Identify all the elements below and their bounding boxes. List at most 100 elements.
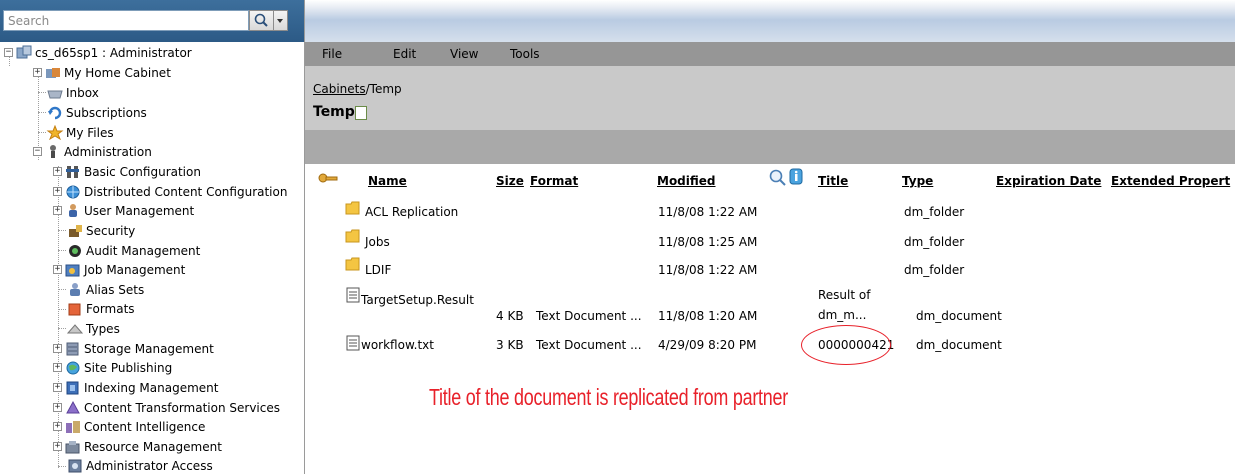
tree-item-label: Administrator Access xyxy=(86,458,213,473)
expand-icon[interactable]: + xyxy=(33,68,42,78)
folder-icon xyxy=(345,256,361,271)
row-size: 4 KB xyxy=(496,309,524,323)
row-size: 3 KB xyxy=(496,338,524,352)
table-row[interactable]: LDIF 11/8/08 1:22 AM dm_folder xyxy=(305,256,1235,284)
row-format: Text Document ... xyxy=(536,309,642,323)
search-bar xyxy=(0,0,304,42)
menu-file[interactable]: File xyxy=(322,47,342,61)
expand-icon[interactable]: + xyxy=(53,403,62,413)
search-options-dropdown[interactable] xyxy=(274,10,288,31)
row-modified: 11/8/08 1:25 AM xyxy=(658,235,758,249)
tree-item-label: Job Management xyxy=(84,262,186,277)
tree-item-basic-configuration[interactable]: + Basic Configuration xyxy=(53,162,201,182)
breadcrumb-current: /Temp xyxy=(365,82,402,96)
column-expiration-date[interactable]: Expiration Date xyxy=(996,174,1101,188)
tree-item-label: Basic Configuration xyxy=(84,164,201,179)
tree-item-label: Resource Management xyxy=(84,439,222,454)
row-name[interactable]: ACL Replication xyxy=(365,205,458,219)
column-extended-properties[interactable]: Extended Propert xyxy=(1111,174,1230,188)
collapse-icon[interactable]: − xyxy=(33,147,42,157)
column-type[interactable]: Type xyxy=(902,174,933,188)
tree-root[interactable]: − cs_d65sp1 : Administrator xyxy=(4,43,192,63)
tree-item-my-files[interactable]: My Files xyxy=(46,123,114,143)
tree-item-label: Formats xyxy=(86,301,135,316)
tree-item-types[interactable]: Types xyxy=(66,319,120,339)
menu-view[interactable]: View xyxy=(450,47,478,61)
tree-item-job-management[interactable]: + Job Management xyxy=(53,260,185,280)
tree-item-label: Content Transformation Services xyxy=(84,400,280,415)
expand-icon[interactable]: + xyxy=(53,422,62,432)
tree-item-administrator-access[interactable]: Administrator Access xyxy=(66,456,213,474)
user-management-icon xyxy=(64,203,82,218)
row-name[interactable]: LDIF xyxy=(365,263,391,277)
search-button[interactable] xyxy=(249,10,274,31)
tree-item-alias-sets[interactable]: Alias Sets xyxy=(66,280,144,300)
tree-item-content-transformation-services[interactable]: + Content Transformation Services xyxy=(53,398,280,418)
breadcrumb-cabinets-link[interactable]: Cabinets xyxy=(313,82,366,96)
row-modified: 4/29/09 8:20 PM xyxy=(658,338,757,352)
row-modified: 11/8/08 1:22 AM xyxy=(658,263,758,277)
tree-item-label: Inbox xyxy=(66,85,99,100)
repository-icon xyxy=(15,45,33,60)
row-format: Text Document ... xyxy=(536,338,642,352)
admin-access-icon xyxy=(66,458,84,473)
menu-edit[interactable]: Edit xyxy=(393,47,416,61)
row-type: dm_folder xyxy=(904,205,965,219)
table-row[interactable]: Jobs 11/8/08 1:25 AM dm_folder xyxy=(305,228,1235,256)
document-icon xyxy=(346,287,360,303)
tree-item-subscriptions[interactable]: Subscriptions xyxy=(46,103,147,123)
administration-icon xyxy=(44,144,62,159)
job-icon xyxy=(64,262,82,277)
row-name[interactable]: workflow.txt xyxy=(361,338,434,352)
tree-item-audit-management[interactable]: Audit Management xyxy=(66,241,200,261)
expand-icon[interactable]: + xyxy=(53,187,62,197)
table-row[interactable]: ACL Replication 11/8/08 1:22 AM dm_folde… xyxy=(305,200,1235,228)
column-modified[interactable]: Modified xyxy=(657,174,716,188)
row-name[interactable]: TargetSetup.Result xyxy=(361,293,474,307)
column-format[interactable]: Format xyxy=(530,174,578,188)
search-column-icon[interactable] xyxy=(768,168,788,189)
expand-icon[interactable]: + xyxy=(53,363,62,373)
tree-item-storage-management[interactable]: + Storage Management xyxy=(53,339,214,359)
table-row[interactable]: TargetSetup.Result 4 KB Text Document ..… xyxy=(305,284,1235,326)
security-icon xyxy=(66,223,84,238)
column-name[interactable]: Name xyxy=(368,174,407,188)
tree-item-content-intelligence[interactable]: + Content Intelligence xyxy=(53,417,205,437)
tree-item-resource-management[interactable]: + Resource Management xyxy=(53,437,222,457)
tree-item-administration[interactable]: − Administration xyxy=(33,142,152,162)
tree-item-indexing-management[interactable]: + Indexing Management xyxy=(53,378,218,398)
inbox-icon xyxy=(46,85,64,100)
formats-icon xyxy=(66,301,84,316)
expand-icon[interactable]: + xyxy=(53,442,62,452)
breadcrumb: Cabinets/Temp xyxy=(313,82,402,96)
row-modified: 11/8/08 1:22 AM xyxy=(658,205,758,219)
tree-item-inbox[interactable]: Inbox xyxy=(46,83,99,103)
tree-item-my-home-cabinet[interactable]: + My Home Cabinet xyxy=(33,63,171,83)
expand-icon[interactable]: + xyxy=(53,344,62,354)
tree-item-site-publishing[interactable]: + Site Publishing xyxy=(53,358,172,378)
location-area: Cabinets/Temp Temp xyxy=(305,66,1235,130)
folder-title: Temp xyxy=(313,104,355,120)
column-size[interactable]: Size xyxy=(496,174,524,188)
expand-icon[interactable]: + xyxy=(53,383,62,393)
tree-item-distributed-content-configuration[interactable]: + Distributed Content Configuration xyxy=(53,182,287,202)
expand-icon[interactable]: + xyxy=(53,167,62,177)
tree-item-user-management[interactable]: + User Management xyxy=(53,201,194,221)
tree-item-label: Content Intelligence xyxy=(84,419,206,434)
menu-tools[interactable]: Tools xyxy=(510,47,540,61)
search-input[interactable] xyxy=(3,10,249,31)
table-row[interactable]: workflow.txt 3 KB Text Document ... 4/29… xyxy=(305,332,1235,360)
info-column-icon[interactable] xyxy=(788,168,806,189)
folder-properties-icon[interactable] xyxy=(355,106,367,120)
folder-icon xyxy=(345,200,361,215)
annotation-ellipse xyxy=(801,325,891,365)
tree-item-label: Security xyxy=(86,223,136,238)
expand-icon[interactable]: + xyxy=(53,265,62,275)
collapse-icon[interactable]: − xyxy=(4,48,13,58)
intelligence-icon xyxy=(64,419,82,434)
expand-icon[interactable]: + xyxy=(53,206,62,216)
row-name[interactable]: Jobs xyxy=(365,235,390,249)
tree-item-security[interactable]: Security xyxy=(66,221,135,241)
tree-item-formats[interactable]: Formats xyxy=(66,299,135,319)
column-title[interactable]: Title xyxy=(818,174,848,188)
